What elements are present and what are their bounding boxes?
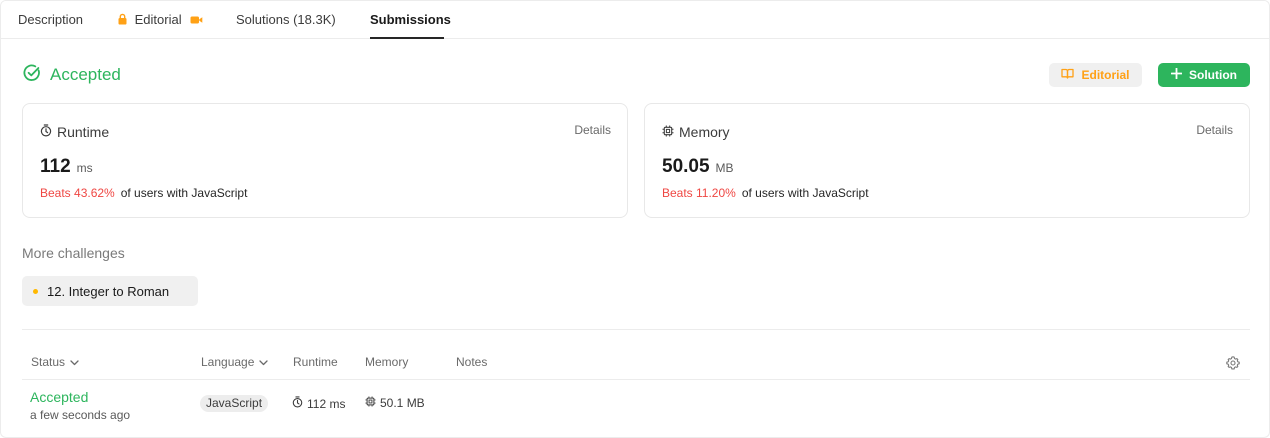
- tab-description[interactable]: Description: [18, 1, 83, 39]
- memory-card-title: Memory: [662, 124, 730, 140]
- memory-beats-suffix: of users with JavaScript: [741, 186, 869, 200]
- memory-beats-row: Beats 11.20% of users with JavaScript: [662, 186, 869, 200]
- tab-bar: Description Editorial Solutions (18.3K) …: [1, 1, 1269, 39]
- runtime-details-link[interactable]: Details: [574, 123, 611, 137]
- editorial-button[interactable]: Editorial: [1049, 63, 1142, 87]
- language-header-label: Language: [201, 355, 255, 369]
- memory-title: Memory: [679, 124, 730, 140]
- row-runtime-value: 112 ms: [307, 396, 346, 411]
- runtime-beats-row: Beats 43.62% of users with JavaScript: [40, 186, 247, 200]
- memory-value-row: 50.05 MB: [662, 156, 734, 178]
- runtime-unit: ms: [76, 161, 93, 175]
- plus-icon: [1170, 67, 1189, 82]
- memory-value: 50.05: [662, 156, 710, 177]
- row-status[interactable]: Accepted: [30, 389, 130, 405]
- stopwatch-icon: [292, 396, 307, 411]
- row-memory-value: 50.1 MB: [380, 396, 425, 410]
- notes-column-header: Notes: [456, 355, 487, 369]
- row-timestamp: a few seconds ago: [30, 408, 131, 422]
- memory-card: Memory Details 50.05 MB Beats 11.20% of u…: [644, 103, 1250, 218]
- memory-unit: MB: [715, 161, 734, 175]
- more-challenges-label: More challenges: [22, 245, 125, 261]
- tab-submissions[interactable]: Submissions: [370, 1, 451, 39]
- lock-icon: [117, 2, 128, 40]
- table-row: Accepted a few seconds ago: [30, 389, 130, 422]
- challenge-chip[interactable]: 12. Integer to Roman: [22, 276, 198, 306]
- runtime-card-title: Runtime: [40, 124, 109, 140]
- memory-beats: Beats 11.20%: [662, 186, 736, 200]
- runtime-header-label: Runtime: [293, 355, 338, 369]
- video-icon: [190, 2, 203, 40]
- difficulty-dot: [33, 288, 38, 294]
- submission-panel: Description Editorial Solutions (18.3K) …: [0, 0, 1270, 438]
- runtime-value: 112: [40, 156, 71, 177]
- runtime-column-header: Runtime: [293, 355, 338, 369]
- tab-solutions[interactable]: Solutions (18.3K): [236, 1, 336, 39]
- stopwatch-icon: [40, 124, 57, 140]
- gear-icon[interactable]: [1226, 356, 1240, 375]
- tab-description-label: Description: [18, 12, 84, 27]
- row-memory: 50.1 MB: [365, 396, 425, 410]
- status-column-header[interactable]: Status: [31, 355, 79, 369]
- tab-editorial[interactable]: Editorial: [117, 1, 203, 39]
- runtime-value-row: 112 ms: [40, 156, 93, 178]
- notes-header-label: Notes: [456, 355, 488, 369]
- chip-icon: [662, 124, 679, 140]
- result-title: Accepted: [50, 65, 121, 84]
- chip-icon: [365, 396, 380, 410]
- chevron-down-icon: [65, 355, 79, 369]
- active-tab-underline: [370, 37, 444, 39]
- result-header: Accepted: [23, 64, 121, 87]
- section-divider: [22, 329, 1250, 330]
- check-circle-icon: [23, 64, 41, 87]
- tab-solutions-label: Solutions (18.3K): [236, 12, 336, 27]
- memory-details-link[interactable]: Details: [1196, 123, 1233, 137]
- status-header-label: Status: [31, 355, 66, 369]
- language-column-header[interactable]: Language: [201, 355, 269, 369]
- chevron-down-icon: [254, 355, 269, 369]
- challenge-title: 12. Integer to Roman: [47, 283, 170, 299]
- memory-column-header: Memory: [365, 355, 408, 369]
- language-badge: JavaScript: [200, 395, 269, 412]
- runtime-beats: Beats 43.62%: [40, 186, 115, 200]
- runtime-beats-suffix: of users with JavaScript: [120, 186, 248, 200]
- runtime-title: Runtime: [57, 124, 110, 140]
- tab-submissions-label: Submissions: [370, 12, 451, 27]
- row-runtime: 112 ms: [292, 396, 345, 411]
- runtime-card: Runtime Details 112 ms Beats 43.62% of us…: [22, 103, 628, 218]
- memory-header-label: Memory: [365, 355, 409, 369]
- tab-editorial-label: Editorial: [134, 12, 182, 27]
- book-icon: [1061, 68, 1081, 82]
- add-solution-button[interactable]: Solution: [1158, 63, 1250, 87]
- table-header-divider: [22, 379, 1250, 380]
- editorial-button-label: Editorial: [1081, 68, 1130, 82]
- solution-button-label: Solution: [1189, 68, 1237, 82]
